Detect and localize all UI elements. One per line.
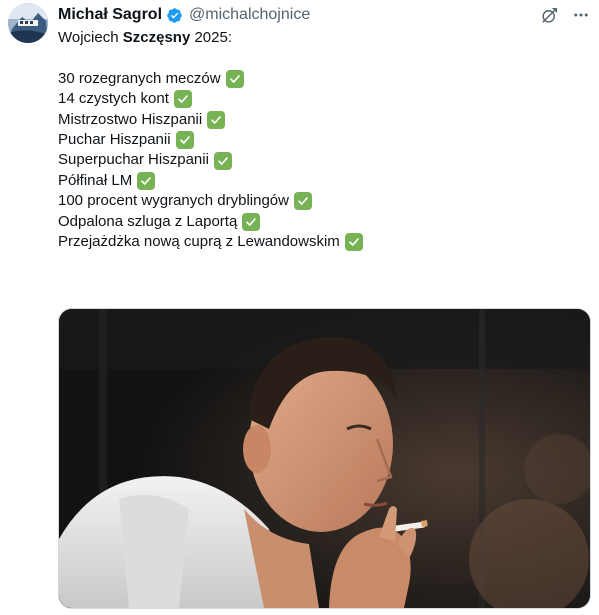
achievement-item: 30 rozegranych meczów — [58, 69, 578, 89]
grok-icon[interactable] — [539, 5, 559, 25]
check-mark-icon — [175, 131, 194, 150]
achievement-item: Mistrzostwo Hiszpanii — [58, 110, 578, 130]
achievement-text: 30 rozegranych meczów — [58, 69, 221, 87]
achievement-text: Półfinał LM — [58, 171, 133, 189]
achievement-text: 100 procent wygranych dryblingów — [58, 192, 289, 210]
check-mark-icon — [173, 90, 192, 109]
achievement-item: Puchar Hiszpanii — [58, 130, 578, 150]
achievement-text: Mistrzostwo Hiszpanii — [58, 110, 203, 128]
check-mark-icon — [137, 171, 156, 190]
check-mark-icon — [207, 110, 226, 129]
achievement-text: Przejażdżka nową cuprą z Lewandowskim — [58, 232, 340, 250]
tweet-text: Wojciech Szczęsny 2025: 30 rozegranych m… — [58, 28, 578, 252]
achievement-item: 100 procent wygranych dryblingów — [58, 191, 578, 211]
check-mark-icon — [213, 151, 232, 170]
achievement-text: Superpuchar Hiszpanii — [58, 151, 209, 169]
more-icon[interactable] — [571, 5, 591, 25]
tweet-actions — [539, 5, 591, 25]
check-mark-icon — [344, 233, 363, 252]
achievement-item: Superpuchar Hiszpanii — [58, 150, 578, 170]
avatar[interactable] — [8, 3, 48, 43]
avatar-photo — [8, 3, 48, 43]
player-name: Szczęsny — [122, 29, 191, 46]
achievement-list: 30 rozegranych meczów 14 czystych kont Mis… — [58, 69, 578, 253]
achievement-text: Odpalona szluga z Laportą — [58, 212, 238, 230]
user-handle[interactable]: @michalchojnice — [189, 5, 310, 25]
photo-image — [59, 309, 590, 608]
intro-prefix: Wojciech — [58, 29, 123, 46]
tweet-photo[interactable] — [58, 308, 591, 609]
achievement-text: 14 czystych kont — [58, 90, 169, 108]
display-name[interactable]: Michał Sagrol — [58, 5, 162, 25]
achievement-item: Półfinał LM — [58, 171, 578, 191]
tweet: Michał Sagrol @michalchojnice Wojciech S… — [0, 0, 599, 615]
tweet-intro: Wojciech Szczęsny 2025: — [58, 28, 578, 48]
check-mark-icon — [293, 192, 312, 211]
achievement-item: 14 czystych kont — [58, 89, 578, 109]
verified-badge-icon[interactable] — [166, 7, 183, 24]
check-mark-icon — [242, 212, 261, 231]
achievement-item: Przejażdżka nową cuprą z Lewandowskim — [58, 232, 578, 252]
intro-suffix: 2025: — [190, 29, 233, 46]
tweet-header: Michał Sagrol @michalchojnice — [58, 4, 310, 26]
check-mark-icon — [225, 69, 244, 88]
achievement-text: Puchar Hiszpanii — [58, 130, 171, 148]
achievement-item: Odpalona szluga z Laportą — [58, 212, 578, 232]
